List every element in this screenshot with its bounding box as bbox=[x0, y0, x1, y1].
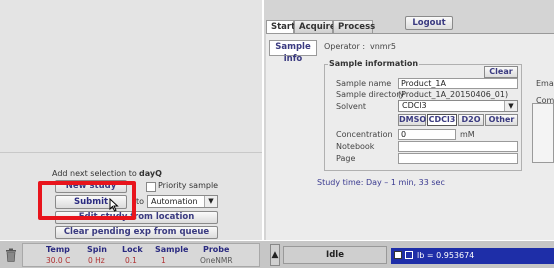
sample-dir-label: Sample directory bbox=[336, 90, 405, 99]
lock-checkbox-1[interactable] bbox=[394, 251, 402, 259]
probe-value: OneNMR bbox=[200, 256, 233, 265]
lock-header: Lock bbox=[122, 245, 143, 254]
comment-field[interactable] bbox=[532, 103, 554, 163]
idle-status: Idle bbox=[283, 246, 387, 264]
add-next-target: dayQ bbox=[139, 169, 162, 178]
sidebar-item-sample-info[interactable]: Sample info bbox=[269, 40, 317, 64]
spin-value: 0 Hz bbox=[88, 256, 105, 265]
sample-header: Sample bbox=[155, 245, 189, 254]
solvent-cdcl3-button[interactable]: CDCl3 bbox=[427, 114, 457, 126]
status-bar: Temp Spin Lock Sample Probe 30.0 C 0 Hz … bbox=[0, 241, 554, 268]
operator-label: Operator : bbox=[324, 42, 366, 51]
triangle-up-icon[interactable]: ▲ bbox=[270, 244, 280, 266]
chevron-down-icon: ▼ bbox=[504, 101, 517, 111]
clear-button[interactable]: Clear bbox=[484, 66, 518, 78]
tab-start[interactable]: Start bbox=[266, 20, 295, 33]
page-label: Page bbox=[336, 154, 356, 163]
spin-header: Spin bbox=[87, 245, 107, 254]
logout-button[interactable]: Logout bbox=[405, 16, 453, 30]
panel-divider bbox=[0, 152, 262, 153]
lock-readout: lb = 0.953674 bbox=[417, 251, 475, 260]
lock-value: 0.1 bbox=[125, 256, 137, 265]
clear-pending-button[interactable]: Clear pending exp from queue bbox=[55, 226, 218, 239]
add-next-label: Add next selection to bbox=[52, 169, 137, 178]
sample-value: 1 bbox=[161, 256, 166, 265]
trash-icon[interactable] bbox=[5, 248, 17, 262]
tab-acquire[interactable]: Acquire bbox=[294, 20, 336, 33]
concentration-unit: mM bbox=[460, 130, 475, 139]
section-title: Sample information bbox=[328, 59, 420, 68]
solvent-dmso-button[interactable]: DMSO bbox=[398, 114, 426, 126]
priority-label: Priority sample bbox=[158, 181, 219, 190]
sample-dir-value: (Product_1A_20150406_01) bbox=[398, 90, 509, 99]
study-time-text: Study time: Day – 1 min, 33 sec bbox=[317, 178, 445, 187]
solvent-d2o-button[interactable]: D2O bbox=[458, 114, 484, 126]
sample-name-label: Sample name bbox=[336, 79, 392, 88]
left-panel: Add next selection to dayQ New study Pri… bbox=[0, 0, 262, 240]
priority-checkbox[interactable] bbox=[146, 182, 156, 192]
notebook-field[interactable] bbox=[398, 141, 518, 152]
sample-name-field[interactable]: Product_1A bbox=[398, 78, 518, 89]
highlight-box bbox=[38, 181, 136, 220]
chevron-down-icon: ▼ bbox=[204, 196, 217, 207]
mouse-cursor-icon bbox=[109, 198, 119, 212]
concentration-label: Concentration bbox=[336, 130, 393, 139]
solvent-other-button[interactable]: Other bbox=[485, 114, 518, 126]
operator-value: vnmr5 bbox=[370, 42, 396, 51]
right-panel: Start Acquire Process Logout Sample info… bbox=[264, 0, 554, 240]
tab-process[interactable]: Process bbox=[333, 20, 375, 33]
email-label: Email bbox=[536, 79, 554, 88]
solvent-select-value: CDCl3 bbox=[402, 101, 427, 110]
lock-checkbox-2[interactable] bbox=[405, 251, 413, 259]
solvent-select[interactable]: CDCl3 ▼ bbox=[398, 100, 518, 112]
temp-value: 30.0 C bbox=[46, 256, 71, 265]
queue-select-value: Automation bbox=[151, 197, 198, 206]
notebook-label: Notebook bbox=[336, 142, 375, 151]
to-label: to bbox=[136, 197, 145, 206]
probe-header: Probe bbox=[203, 245, 230, 254]
queue-select[interactable]: Automation ▼ bbox=[147, 195, 218, 208]
page-field[interactable] bbox=[398, 153, 518, 164]
solvent-label: Solvent bbox=[336, 102, 367, 111]
temp-header: Temp bbox=[46, 245, 70, 254]
concentration-field[interactable]: 0 bbox=[398, 129, 456, 140]
